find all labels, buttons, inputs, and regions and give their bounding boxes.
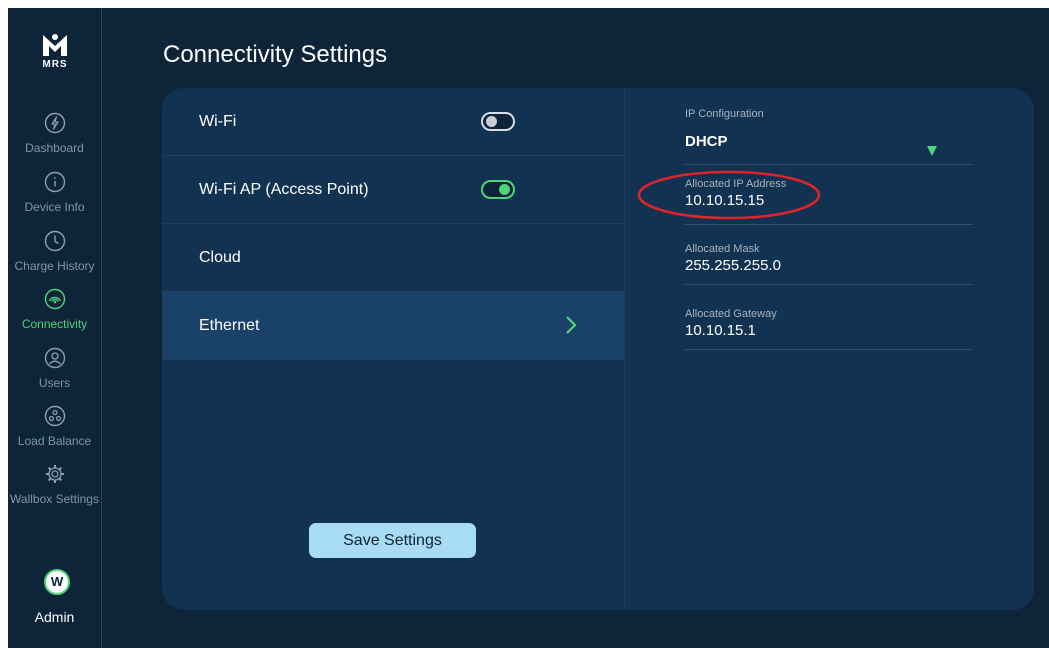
allocated-gateway-label: Allocated Gateway	[685, 308, 777, 320]
sidebar-item-device-info[interactable]: Device Info	[8, 171, 101, 227]
user-icon	[44, 347, 65, 369]
sidebar-item-label: Wallbox Settings	[10, 492, 99, 506]
sidebar-item-label: Connectivity	[21, 317, 88, 331]
wifi-toggle[interactable]	[481, 112, 515, 131]
user-name[interactable]: Admin	[8, 609, 101, 625]
ip-configuration-dropdown[interactable]: IP Configuration DHCP	[685, 108, 973, 165]
app-window: MRS Dashboard Device Info Charge History	[8, 8, 1049, 648]
logo-text: MRS	[42, 59, 68, 70]
ethernet-detail-panel: IP Configuration DHCP Allocated IP Addre…	[625, 88, 1034, 610]
sidebar-item-wallbox-settings[interactable]: Wallbox Settings	[8, 463, 101, 519]
page-title: Connectivity Settings	[163, 41, 388, 68]
signal-icon	[44, 288, 65, 310]
list-item-ethernet[interactable]: Ethernet	[162, 292, 624, 360]
allocated-mask-label: Allocated Mask	[685, 243, 760, 255]
toggle-knob	[499, 184, 510, 195]
list-item-cloud[interactable]: Cloud	[162, 224, 624, 292]
brand-logo[interactable]: MRS	[35, 32, 75, 72]
save-settings-button[interactable]: Save Settings	[309, 523, 476, 558]
ethernet-label: Ethernet	[199, 317, 260, 334]
allocated-ip-value: 10.10.15.15	[685, 192, 765, 209]
sidebar-item-charge-history[interactable]: Charge History	[8, 230, 101, 286]
allocated-mask-value: 255.255.255.0	[685, 257, 781, 274]
sidebar-item-connectivity[interactable]: Connectivity	[8, 288, 101, 344]
sidebar: MRS Dashboard Device Info Charge History	[8, 8, 102, 648]
toggle-knob	[486, 116, 497, 127]
triangle-down-icon	[927, 146, 937, 156]
sidebar-item-users[interactable]: Users	[8, 347, 101, 403]
sidebar-item-label: Dashboard	[25, 141, 84, 155]
clock-icon	[44, 230, 65, 252]
cloud-label: Cloud	[199, 249, 241, 266]
connectivity-card: Wi-Fi Wi-Fi AP (Access Point) Cloud Ethe…	[162, 88, 1034, 610]
ip-configuration-label: IP Configuration	[685, 108, 764, 120]
sidebar-item-label: Device Info	[24, 200, 85, 214]
wifi-ap-label: Wi-Fi AP (Access Point)	[199, 181, 369, 198]
sidebar-item-dashboard[interactable]: Dashboard	[8, 112, 101, 168]
allocated-ip-field: Allocated IP Address 10.10.15.15	[685, 178, 973, 225]
list-item-wifi-ap[interactable]: Wi-Fi AP (Access Point)	[162, 156, 624, 224]
avatar[interactable]: W	[44, 569, 70, 595]
allocated-gateway-field: Allocated Gateway 10.10.15.1	[685, 308, 973, 350]
logo-icon	[43, 34, 67, 56]
chevron-right-icon	[566, 316, 577, 334]
allocated-ip-label: Allocated IP Address	[685, 178, 787, 190]
gear-icon	[45, 465, 64, 483]
sidebar-item-label: Load Balance	[17, 434, 92, 448]
bolt-icon	[44, 112, 65, 134]
wifi-label: Wi-Fi	[199, 113, 237, 130]
sidebar-item-label: Users	[38, 376, 71, 390]
connection-list: Wi-Fi Wi-Fi AP (Access Point) Cloud Ethe…	[162, 88, 625, 610]
sidebar-item-load-balance[interactable]: Load Balance	[8, 405, 101, 461]
allocated-mask-field: Allocated Mask 255.255.255.0	[685, 243, 973, 285]
wifi-ap-toggle[interactable]	[481, 180, 515, 199]
network-icon	[44, 405, 65, 427]
allocated-gateway-value: 10.10.15.1	[685, 322, 756, 339]
sidebar-item-label: Charge History	[14, 259, 95, 273]
list-item-wifi[interactable]: Wi-Fi	[162, 88, 624, 156]
info-icon	[44, 171, 65, 193]
